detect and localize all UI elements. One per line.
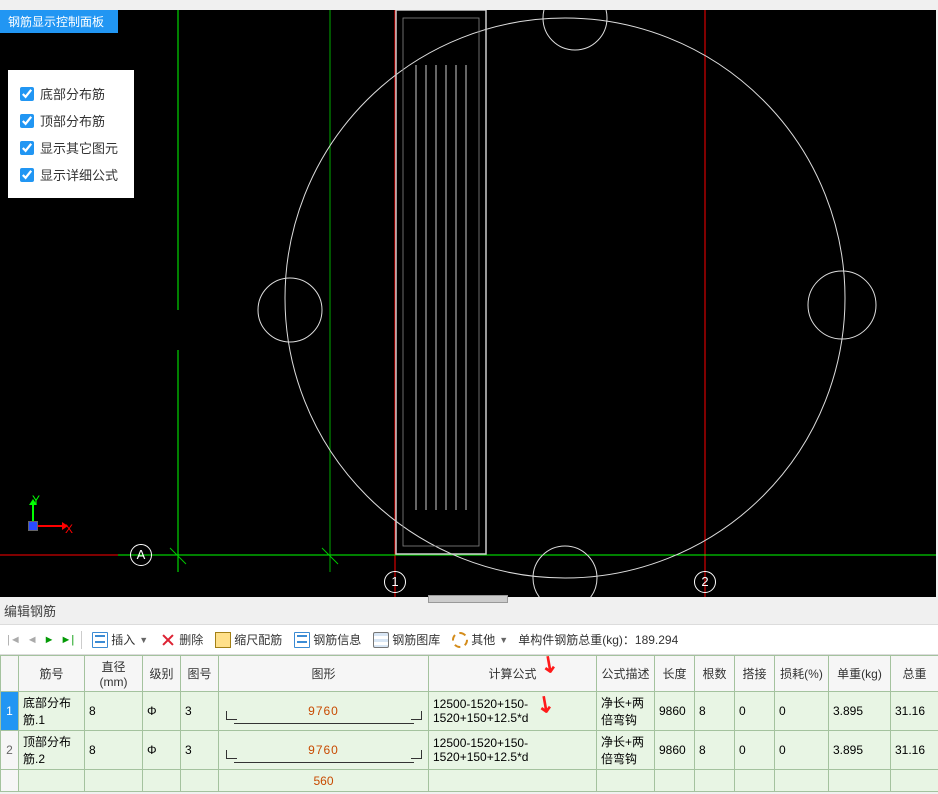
col-unitw[interactable]: 单重(kg): [829, 656, 891, 692]
panel-option-label: 显示其它图元: [40, 138, 118, 157]
nav-prev-icon[interactable]: ◄: [26, 634, 39, 646]
cell-name[interactable]: 顶部分布筋.2: [19, 731, 85, 770]
nav-next-icon[interactable]: ►: [43, 634, 56, 646]
rebar-info-button[interactable]: 钢筋信息: [290, 629, 365, 650]
col-figno[interactable]: 图号: [181, 656, 219, 692]
other-label: 其他: [471, 631, 495, 648]
coordinate-axes: Y X: [20, 489, 80, 549]
dropdown-caret-icon: ▼: [139, 635, 148, 645]
grid-label-2: 2: [694, 571, 716, 593]
col-loss[interactable]: 损耗(%): [775, 656, 829, 692]
col-length[interactable]: 长度: [655, 656, 695, 692]
splitter-handle[interactable]: [428, 595, 508, 603]
panel-option-label: 顶部分布筋: [40, 111, 105, 130]
origin-icon: [28, 521, 38, 531]
table-row[interactable]: 2 顶部分布筋.2 8 Φ 3 9760 12500-1520+150-1520…: [1, 731, 938, 770]
cell-length[interactable]: 9860: [655, 731, 695, 770]
gear-icon: [452, 632, 468, 648]
panel-checkbox-3[interactable]: [20, 168, 34, 182]
cell-figno[interactable]: 3: [181, 731, 219, 770]
x-axis-arrow-icon: [38, 525, 62, 527]
cell-totalw[interactable]: 31.16: [891, 692, 938, 731]
col-splice[interactable]: 搭接: [735, 656, 775, 692]
cell-loss[interactable]: 0: [775, 692, 829, 731]
col-count[interactable]: 根数: [695, 656, 735, 692]
insert-button[interactable]: 插入 ▼: [88, 629, 152, 650]
cell-shape[interactable]: 9760: [219, 731, 429, 770]
y-axis-arrow-icon: [32, 505, 34, 521]
total-weight-value: 189.294: [635, 633, 678, 647]
cell-shape[interactable]: 9760: [219, 692, 429, 731]
cell-shape[interactable]: 560: [219, 770, 429, 792]
total-weight-label: 单构件钢筋总重(kg)：189.294: [518, 631, 678, 648]
library-label: 钢筋图库: [392, 631, 440, 648]
panel-option-label: 底部分布筋: [40, 84, 105, 103]
nav-first-icon[interactable]: |◄: [6, 634, 22, 646]
rebar-table[interactable]: 筋号 直径(mm) 级别 图号 图形 计算公式 公式描述 长度 根数 搭接 损耗…: [0, 655, 938, 792]
cell-dia[interactable]: 8: [85, 692, 143, 731]
cell-splice[interactable]: 0: [735, 692, 775, 731]
x-axis-label: X: [65, 522, 73, 536]
dropdown-caret-icon: ▼: [499, 635, 508, 645]
col-name[interactable]: 筋号: [19, 656, 85, 692]
cell-unitw[interactable]: 3.895: [829, 731, 891, 770]
panel-option-0[interactable]: 底部分布筋: [18, 80, 120, 107]
panel-checkbox-1[interactable]: [20, 114, 34, 128]
cad-viewport[interactable]: A 1 2 钢筋显示控制面板 底部分布筋 顶部分布筋 显示其它图元 显示详细公式…: [0, 0, 938, 597]
cell-formula[interactable]: 12500-1520+150-1520+150+12.5*d: [429, 731, 597, 770]
cell-unitw[interactable]: 3.895: [829, 692, 891, 731]
col-totalw[interactable]: 总重: [891, 656, 938, 692]
delete-label: 删除: [179, 631, 203, 648]
col-desc[interactable]: 公式描述: [597, 656, 655, 692]
panel-option-3[interactable]: 显示详细公式: [18, 161, 120, 188]
grid-label-1: 1: [384, 571, 406, 593]
cell-grade[interactable]: Φ: [143, 692, 181, 731]
cell-count[interactable]: 8: [695, 731, 735, 770]
table-row[interactable]: 560: [1, 770, 938, 792]
cell-loss[interactable]: 0: [775, 731, 829, 770]
grid-label-A: A: [130, 544, 152, 566]
panel-option-2[interactable]: 显示其它图元: [18, 134, 120, 161]
library-icon: [373, 632, 389, 648]
cell-desc[interactable]: 净长+两倍弯钩: [597, 692, 655, 731]
table-row[interactable]: 1 底部分布筋.1 8 Φ 3 9760 12500-1520+150-1520…: [1, 692, 938, 731]
table-header-row: 筋号 直径(mm) 级别 图号 图形 计算公式 公式描述 长度 根数 搭接 损耗…: [1, 656, 938, 692]
panel-title: 钢筋显示控制面板: [0, 10, 118, 33]
panel-checkbox-0[interactable]: [20, 87, 34, 101]
nav-last-icon[interactable]: ►|: [60, 634, 76, 646]
delete-button[interactable]: 删除: [156, 629, 207, 650]
cell-grade[interactable]: Φ: [143, 731, 181, 770]
col-formula[interactable]: 计算公式: [429, 656, 597, 692]
cell-length[interactable]: 9860: [655, 692, 695, 731]
rebar-edit-toolbar: |◄ ◄ ► ►| 插入 ▼ 删除 缩尺配筋 钢筋信息 钢筋图库 其他 ▼ 单构…: [0, 624, 938, 655]
insert-icon: [92, 632, 108, 648]
cell-count[interactable]: 8: [695, 692, 735, 731]
cell-formula[interactable]: 12500-1520+150-1520+150+12.5*d: [429, 692, 597, 731]
col-dia[interactable]: 直径(mm): [85, 656, 143, 692]
cell-figno[interactable]: 3: [181, 692, 219, 731]
rebar-library-button[interactable]: 钢筋图库: [369, 629, 444, 650]
panel-checkbox-2[interactable]: [20, 141, 34, 155]
insert-label: 插入: [111, 631, 135, 648]
panel-option-label: 显示详细公式: [40, 165, 118, 184]
cell-splice[interactable]: 0: [735, 731, 775, 770]
cad-drawing: [0, 10, 936, 597]
other-button[interactable]: 其他 ▼: [448, 629, 512, 650]
info-label: 钢筋信息: [313, 631, 361, 648]
cell-desc[interactable]: 净长+两倍弯钩: [597, 731, 655, 770]
delete-icon: [160, 632, 176, 648]
cell-name[interactable]: 底部分布筋.1: [19, 692, 85, 731]
scale-label: 缩尺配筋: [234, 631, 282, 648]
ruler-icon: [215, 632, 231, 648]
info-icon: [294, 632, 310, 648]
col-shape[interactable]: 图形: [219, 656, 429, 692]
cell-totalw[interactable]: 31.16: [891, 731, 938, 770]
panel-option-1[interactable]: 顶部分布筋: [18, 107, 120, 134]
scale-button[interactable]: 缩尺配筋: [211, 629, 286, 650]
display-control-panel: 底部分布筋 顶部分布筋 显示其它图元 显示详细公式: [8, 70, 134, 198]
col-grade[interactable]: 级别: [143, 656, 181, 692]
col-blank: [1, 656, 19, 692]
cell-dia[interactable]: 8: [85, 731, 143, 770]
